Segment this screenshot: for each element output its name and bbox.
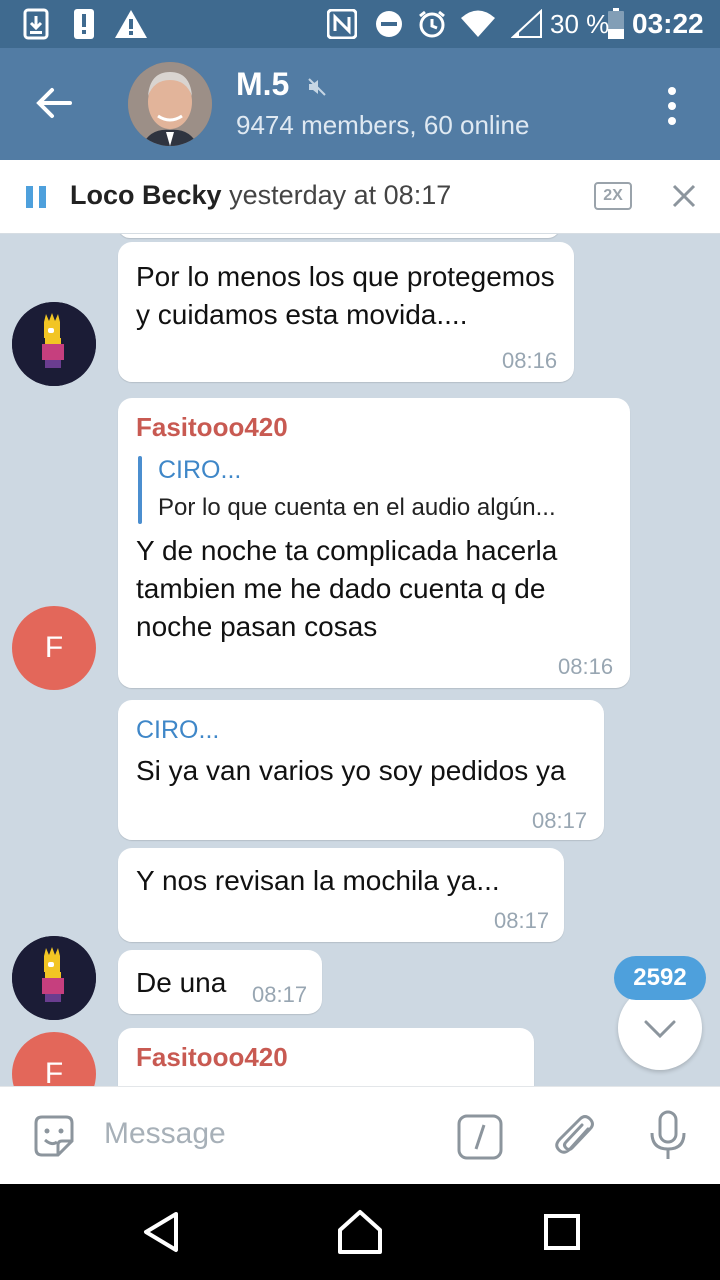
nav-back-icon[interactable]: [134, 1204, 190, 1260]
chat-header: M.5 9474 members, 60 online: [0, 48, 720, 160]
navigation-bar: [0, 1184, 720, 1280]
audio-time: yesterday at 08:17: [229, 180, 452, 210]
audio-player-bar[interactable]: Loco Becky yesterday at 08:17 2X: [0, 160, 720, 234]
chat-title[interactable]: M.5: [236, 66, 289, 103]
group-avatar[interactable]: [128, 62, 212, 146]
message-list[interactable]: Por lo menos los que protegemos y cuidam…: [0, 234, 720, 1086]
microphone-icon[interactable]: [648, 1109, 688, 1168]
message-time: 08:17: [252, 982, 308, 1007]
message-text: Por lo menos los que protegemos y cuidam…: [136, 261, 555, 330]
nfc-icon: [326, 8, 358, 40]
unread-count-badge[interactable]: 2592: [614, 956, 706, 1000]
battery-percentage: 30 %: [550, 9, 610, 39]
back-arrow-icon[interactable]: [30, 78, 80, 128]
alarm-icon: [416, 8, 448, 40]
audio-sender: Loco Becky: [70, 180, 222, 210]
kebab-menu-icon[interactable]: [666, 86, 678, 126]
message-bubble[interactable]: Fasitooo420: [118, 1028, 534, 1086]
message-input-bar: Message: [0, 1086, 720, 1184]
message-text: Si ya van varios yo soy pedidos ya: [136, 755, 566, 786]
sender-name[interactable]: Fasitooo420: [136, 1042, 288, 1073]
chat-subtitle: 9474 members, 60 online: [236, 110, 530, 140]
message-bubble[interactable]: De una 08:17: [118, 950, 322, 1014]
avatar[interactable]: [12, 936, 96, 1020]
avatar[interactable]: [12, 302, 96, 386]
sender-name[interactable]: Fasitooo420: [136, 412, 288, 443]
message-text: Y nos revisan la mochila ya...: [136, 865, 500, 896]
battery-icon: [606, 8, 626, 40]
sticker-icon[interactable]: [30, 1113, 78, 1166]
wifi-icon: [458, 8, 498, 40]
pause-icon[interactable]: [24, 184, 48, 210]
download-icon: [22, 8, 50, 40]
avatar[interactable]: F: [12, 606, 96, 690]
message-bubble[interactable]: CIRO... Si ya van varios yo soy pedidos …: [118, 700, 604, 840]
message-bubble[interactable]: Por lo menos los que protegemos y cuidam…: [118, 242, 574, 382]
message-text: De una: [136, 967, 227, 998]
alert-icon: [72, 8, 96, 40]
playback-speed-button[interactable]: 2X: [594, 182, 632, 210]
dnd-icon: [374, 8, 404, 40]
message-input[interactable]: Message: [104, 1117, 226, 1151]
message-bubble: [118, 234, 560, 238]
signal-icon: [510, 8, 544, 40]
nav-recents-icon[interactable]: [534, 1204, 590, 1260]
clock: 03:22: [632, 8, 704, 39]
reply-bar: [138, 456, 142, 524]
close-icon[interactable]: [672, 184, 696, 208]
message-bubble[interactable]: Fasitooo420 CIRO... Por lo que cuenta en…: [118, 398, 630, 688]
message-time: 08:17: [494, 908, 550, 933]
reply-name[interactable]: CIRO...: [158, 456, 241, 485]
reply-text[interactable]: Por lo que cuenta en el audio algún...: [158, 494, 556, 522]
avatar[interactable]: F: [12, 1032, 96, 1086]
message-time: 08:17: [532, 808, 588, 833]
message-bubble[interactable]: Y nos revisan la mochila ya... 08:17: [118, 848, 564, 942]
audio-player-info: Loco Becky yesterday at 08:17: [70, 180, 451, 211]
message-time: 08:16: [558, 654, 614, 679]
reply-name[interactable]: CIRO...: [136, 716, 219, 745]
attach-icon[interactable]: [552, 1111, 600, 1168]
warning-icon: [114, 8, 148, 40]
message-time: 08:16: [502, 348, 558, 373]
nav-home-icon[interactable]: [332, 1204, 388, 1260]
mute-icon: [306, 76, 328, 98]
message-text: Y de noche ta complicada hacerla tambien…: [136, 535, 558, 642]
bot-command-icon[interactable]: [456, 1113, 504, 1166]
status-bar: 30 % 03:22: [0, 0, 720, 48]
